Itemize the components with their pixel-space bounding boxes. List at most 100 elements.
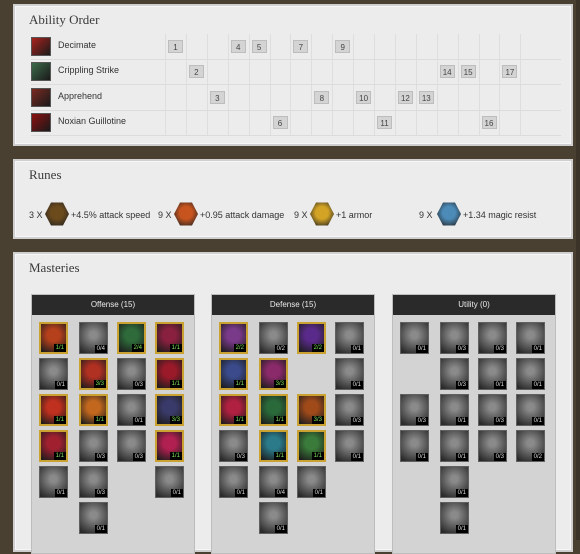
ability-grid-cell xyxy=(374,59,394,84)
mastery-icon[interactable]: 0/1 xyxy=(440,466,469,498)
mastery-icon[interactable]: 0/1 xyxy=(400,322,429,354)
mastery-icon[interactable]: 0/1 xyxy=(79,502,108,534)
mastery-icon[interactable]: 0/1 xyxy=(516,322,545,354)
mastery-icon[interactable]: 1/1 xyxy=(79,394,108,426)
mastery-icon[interactable]: 1/1 xyxy=(297,430,326,462)
mastery-icon[interactable]: 0/3 xyxy=(478,430,507,462)
mastery-icon[interactable]: 0/3 xyxy=(478,322,507,354)
mastery-icon[interactable]: 3/3 xyxy=(79,358,108,390)
mastery-icon[interactable]: 1/1 xyxy=(39,394,68,426)
rune-count: 9 X xyxy=(158,210,172,220)
mastery-icon[interactable]: 0/3 xyxy=(478,394,507,426)
mastery-icon[interactable]: 0/1 xyxy=(335,358,364,390)
mastery-points: 1/1 xyxy=(233,416,246,424)
ability-grid-cell xyxy=(206,59,227,84)
mastery-points: 2/2 xyxy=(311,344,324,352)
mastery-points: 1/1 xyxy=(169,452,182,460)
runes-panel: Runes 3 X +4.5% attack speed 9 X +0.95 atta… xyxy=(13,159,573,239)
mastery-icon[interactable]: 0/1 xyxy=(400,430,429,462)
mastery-icon[interactable]: 0/1 xyxy=(516,394,545,426)
ability-grid-cell xyxy=(248,59,269,84)
mastery-icon[interactable]: 0/1 xyxy=(297,466,326,498)
mastery-icon[interactable]: 0/3 xyxy=(440,358,469,390)
mastery-icon[interactable]: 0/1 xyxy=(117,394,146,426)
mastery-icon[interactable]: 0/1 xyxy=(440,430,469,462)
mastery-icon[interactable]: 0/4 xyxy=(259,466,288,498)
mastery-icon[interactable]: 2/4 xyxy=(117,322,146,354)
mastery-points: 0/1 xyxy=(455,525,468,533)
page-edge xyxy=(576,0,580,540)
runes-title: Runes xyxy=(29,167,62,182)
mastery-icon[interactable]: 2/2 xyxy=(219,322,248,354)
ability-level-badge: 6 xyxy=(272,116,288,129)
mastery-icon[interactable]: 1/1 xyxy=(155,430,184,462)
mastery-icon[interactable]: 1/1 xyxy=(155,358,184,390)
mastery-points: 0/1 xyxy=(350,453,363,461)
mastery-icon[interactable]: 0/1 xyxy=(516,358,545,390)
ability-level-badge: 16 xyxy=(481,116,497,129)
mastery-icon[interactable]: 1/1 xyxy=(219,358,248,390)
mastery-tree-header: Defense (15) xyxy=(212,295,374,315)
mastery-icon[interactable]: 0/2 xyxy=(259,322,288,354)
mastery-icon[interactable]: 0/1 xyxy=(440,394,469,426)
mastery-points: 0/3 xyxy=(94,489,107,497)
mastery-icon[interactable]: 0/4 xyxy=(79,322,108,354)
mastery-icon[interactable]: 3/3 xyxy=(297,394,326,426)
mastery-points: 0/3 xyxy=(455,381,468,389)
ability-row: Crippling Strike 2 14 15 17 xyxy=(31,59,561,85)
ability-grid-cell xyxy=(415,110,436,135)
mastery-icon[interactable]: 1/1 xyxy=(259,394,288,426)
mastery-icon[interactable]: 0/3 xyxy=(79,466,108,498)
mastery-icon[interactable]: 0/1 xyxy=(39,358,68,390)
mastery-icon[interactable]: 0/3 xyxy=(117,358,146,390)
mastery-icon[interactable]: 0/3 xyxy=(117,430,146,462)
mastery-points: 0/1 xyxy=(170,489,183,497)
mastery-icon[interactable]: 1/1 xyxy=(259,430,288,462)
ability-grid-cell xyxy=(415,34,436,59)
mastery-icon[interactable]: 1/1 xyxy=(155,322,184,354)
mastery-icon[interactable]: 0/1 xyxy=(478,358,507,390)
mastery-icon[interactable]: 0/1 xyxy=(219,466,248,498)
ability-grid-cell xyxy=(499,34,519,59)
ability-grid-cell xyxy=(332,110,352,135)
ability-grid-cell xyxy=(436,34,457,59)
ability-grid-cell xyxy=(353,110,373,135)
mastery-icon[interactable]: 0/3 xyxy=(79,430,108,462)
mastery-tree-header: Utility (0) xyxy=(393,295,555,315)
ability-grid-cell xyxy=(394,59,415,84)
mastery-icon[interactable]: 0/1 xyxy=(335,430,364,462)
mastery-icon[interactable]: 0/1 xyxy=(259,502,288,534)
ability-grid-cell xyxy=(374,85,394,110)
mastery-icon[interactable]: 0/3 xyxy=(440,322,469,354)
mastery-points: 0/3 xyxy=(493,345,506,353)
mastery-icon[interactable]: 0/3 xyxy=(400,394,429,426)
ability-grid-cell xyxy=(248,110,269,135)
mastery-icon[interactable]: 0/1 xyxy=(155,466,184,498)
mastery-icon[interactable]: 2/2 xyxy=(297,322,326,354)
mastery-icon[interactable]: 3/3 xyxy=(259,358,288,390)
ability-grid-cell xyxy=(165,85,185,110)
mastery-points: 0/1 xyxy=(234,489,247,497)
mastery-icon[interactable]: 0/1 xyxy=(335,322,364,354)
mastery-points: 0/1 xyxy=(531,417,544,425)
mastery-points: 1/1 xyxy=(93,416,106,424)
ability-grid-cell xyxy=(520,85,540,110)
mastery-icon[interactable]: 0/2 xyxy=(516,430,545,462)
mastery-icon[interactable]: 0/3 xyxy=(335,394,364,426)
mastery-points: 0/4 xyxy=(274,489,287,497)
ability-grid-cell xyxy=(185,34,206,59)
mastery-icon[interactable]: 1/1 xyxy=(39,322,68,354)
mastery-points: 0/1 xyxy=(415,345,428,353)
mastery-icon[interactable]: 1/1 xyxy=(39,430,68,462)
ability-grid-cell xyxy=(290,110,310,135)
masteries-title: Masteries xyxy=(29,260,80,275)
decimate-icon xyxy=(31,37,51,56)
mastery-icon[interactable]: 1/1 xyxy=(219,394,248,426)
mastery-icon[interactable]: 0/1 xyxy=(39,466,68,498)
mastery-points: 0/3 xyxy=(94,453,107,461)
mastery-points: 0/3 xyxy=(132,381,145,389)
ability-name: Apprehend xyxy=(58,91,103,101)
mastery-icon[interactable]: 0/1 xyxy=(440,502,469,534)
mastery-icon[interactable]: 3/3 xyxy=(155,394,184,426)
mastery-icon[interactable]: 0/3 xyxy=(219,430,248,462)
